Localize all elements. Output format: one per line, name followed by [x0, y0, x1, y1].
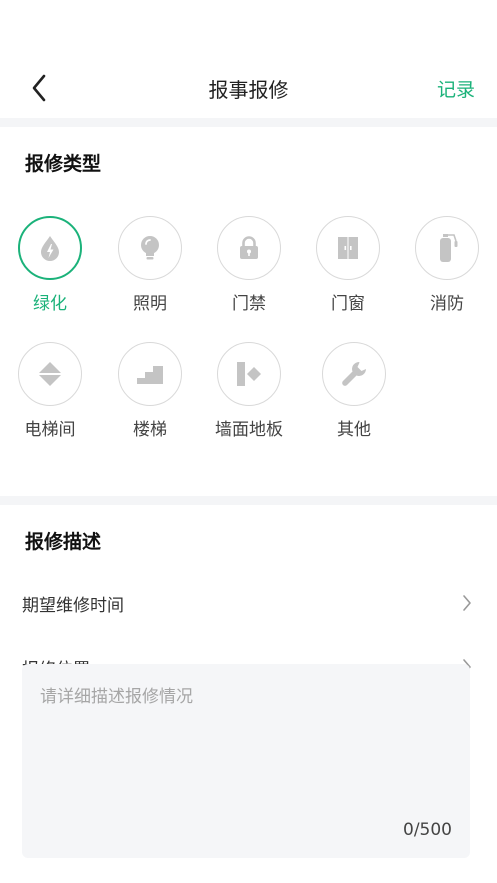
chevron-left-icon — [32, 74, 46, 102]
lightbulb-icon — [141, 236, 159, 260]
expected-repair-time-row[interactable]: 期望维修时间 — [0, 571, 497, 635]
type-item-stairs[interactable]: 楼梯 — [102, 342, 198, 440]
type-item-fire-protection[interactable]: 消防 — [399, 216, 495, 314]
fire-extinguisher-icon — [440, 234, 458, 262]
type-item-access-control[interactable]: 门禁 — [201, 216, 297, 314]
type-icon-circle — [18, 342, 82, 406]
water-drop-icon — [41, 236, 59, 261]
type-label: 电梯间 — [24, 420, 76, 440]
chevron-right-icon — [463, 595, 471, 611]
type-icon-circle — [118, 342, 182, 406]
status-bar-space — [0, 0, 497, 58]
type-icon-circle — [415, 216, 479, 280]
wall-floor-icon — [237, 362, 261, 386]
description-textarea-box: 0/500 — [22, 664, 470, 858]
type-label: 墙面地板 — [215, 420, 283, 440]
type-label: 门窗 — [331, 294, 365, 314]
repair-description-title: 报修描述 — [25, 531, 102, 553]
repair-type-section: 报修类型 绿化 照明 门禁 门窗 消防 电梯间 楼梯 墙面地板 其他 — [0, 149, 497, 496]
type-label: 消防 — [430, 294, 464, 314]
elevator-icon — [39, 362, 61, 386]
type-label: 照明 — [133, 294, 167, 314]
repair-type-title: 报修类型 — [25, 153, 102, 175]
type-icon-circle — [316, 216, 380, 280]
record-link[interactable]: 记录 — [437, 75, 475, 102]
type-icon-circle — [217, 216, 281, 280]
type-icon-circle — [118, 216, 182, 280]
char-counter: 0/500 — [403, 820, 452, 840]
description-textarea[interactable] — [22, 664, 470, 814]
type-icon-circle — [322, 342, 386, 406]
double-door-icon — [338, 237, 358, 259]
lock-icon — [240, 236, 258, 259]
section-divider — [0, 496, 497, 505]
type-item-wall-floor[interactable]: 墙面地板 — [201, 342, 297, 440]
stairs-icon — [137, 366, 163, 384]
type-item-elevator[interactable]: 电梯间 — [2, 342, 98, 440]
type-label: 门禁 — [232, 294, 266, 314]
type-label: 其他 — [337, 420, 371, 440]
page-title: 报事报修 — [208, 77, 289, 102]
wrench-icon — [342, 362, 366, 386]
repair-type-grid: 绿化 照明 门禁 门窗 消防 电梯间 楼梯 墙面地板 其他 — [0, 176, 497, 496]
back-button[interactable] — [26, 72, 52, 104]
type-item-lighting[interactable]: 照明 — [102, 216, 198, 314]
type-item-greening[interactable]: 绿化 — [2, 216, 98, 314]
section-divider — [0, 118, 497, 127]
type-label: 绿化 — [33, 294, 67, 314]
expected-repair-time-label: 期望维修时间 — [22, 595, 124, 616]
type-label: 楼梯 — [133, 420, 167, 440]
type-item-doors-windows[interactable]: 门窗 — [300, 216, 396, 314]
type-item-other[interactable]: 其他 — [306, 342, 402, 440]
nav-bar: 报事报修 记录 — [0, 58, 497, 118]
type-icon-circle — [217, 342, 281, 406]
type-icon-circle — [18, 216, 82, 280]
